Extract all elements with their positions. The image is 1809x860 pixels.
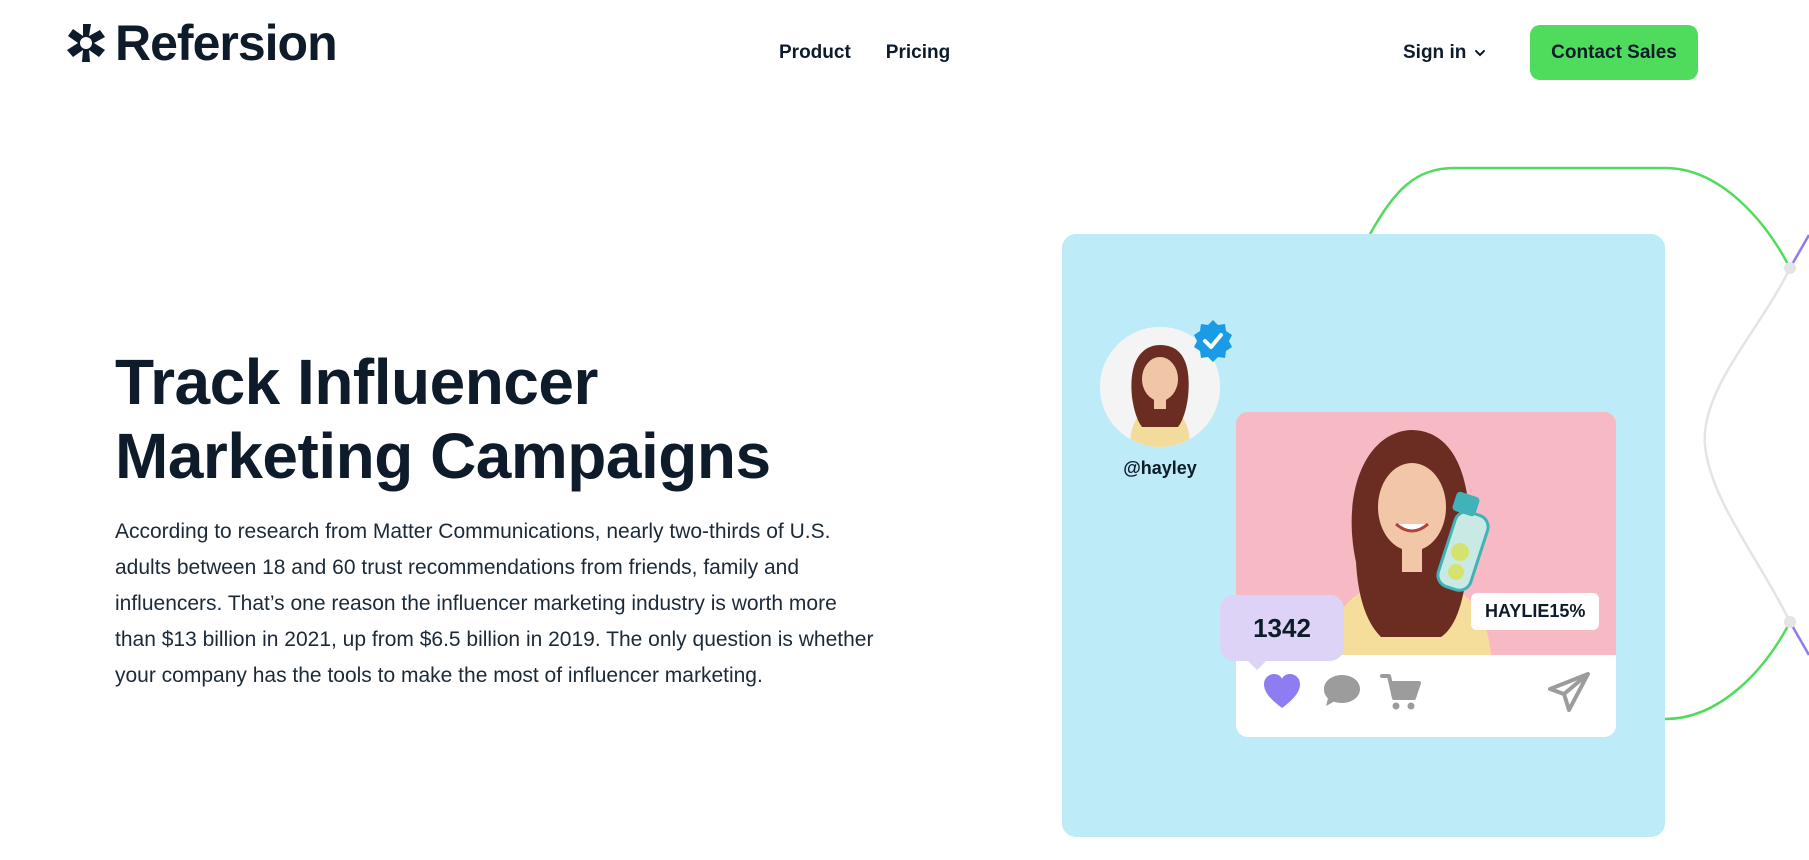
- cart-icon[interactable]: [1380, 672, 1422, 712]
- contact-sales-button[interactable]: Contact Sales: [1530, 25, 1698, 80]
- comment-icon[interactable]: [1322, 672, 1362, 710]
- chevron-down-icon: [1475, 50, 1486, 57]
- promo-code-tag: HAYLIE15%: [1471, 593, 1600, 630]
- send-icon[interactable]: [1548, 672, 1590, 712]
- nav-link-product[interactable]: Product: [779, 42, 851, 64]
- verified-badge-icon: [1194, 320, 1232, 362]
- hero-description: According to research from Matter Commun…: [115, 520, 874, 687]
- hero-title-line-2: Marketing Campaigns: [115, 420, 771, 492]
- likes-count-bubble: 1342: [1220, 595, 1344, 661]
- sign-in-dropdown[interactable]: Sign in: [1403, 42, 1486, 64]
- hero-title-line-1: Track Influencer: [115, 346, 598, 418]
- nav-link-pricing[interactable]: Pricing: [886, 42, 950, 64]
- heart-icon[interactable]: [1262, 672, 1302, 710]
- main-nav: Product Pricing: [779, 42, 950, 64]
- likes-bubble-tail: [1245, 658, 1269, 670]
- sign-in-label: Sign in: [1403, 42, 1467, 63]
- brand-logo[interactable]: Refersion: [65, 15, 338, 71]
- refersion-logo-icon: [67, 24, 105, 62]
- brand-name: Refersion: [115, 15, 338, 71]
- page: Refersion Product Pricing Sign in Contac…: [0, 0, 1809, 860]
- influencer-handle: @hayley: [1123, 458, 1197, 478]
- post-actions: [1262, 672, 1602, 716]
- hero-title: Track Influencer Marketing Campaigns: [115, 345, 815, 493]
